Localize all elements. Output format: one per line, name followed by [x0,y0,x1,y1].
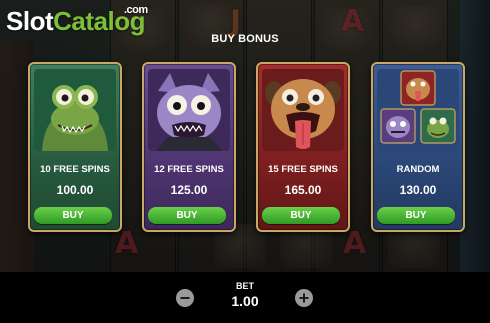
buy-button-12-spins[interactable]: BUY [148,207,226,224]
bet-value: 1.00 [231,293,259,309]
bonus-label: RANDOM [396,164,440,175]
bonus-label: 10 FREE SPINS [40,164,110,175]
bonus-price: 165.00 [284,183,322,197]
bonus-label: 12 FREE SPINS [154,164,224,175]
logo-dotcom-text: .com [124,4,148,16]
buy-button-15-spins[interactable]: BUY [262,207,340,224]
logo-slot-text: Slot [6,6,54,36]
page-title: BUY BONUS [211,33,279,45]
increase-bet-button[interactable] [295,289,313,307]
bet-label: BET [236,281,254,291]
bonus-price: 130.00 [399,183,437,197]
bonus-label: 15 FREE SPINS [268,164,338,175]
bonus-card-12-spins[interactable]: 12 FREE SPINS 125.00 BUY [142,62,236,232]
plus-icon [299,293,309,303]
bonus-price: 125.00 [170,183,208,197]
purple-cat-icon [148,69,230,151]
bonus-card-random[interactable]: RANDOM 130.00 BUY [371,62,465,232]
random-mix-icon [377,69,459,151]
bonus-card-10-spins[interactable]: 10 FREE SPINS 100.00 BUY [28,62,122,232]
buy-button-random[interactable]: BUY [377,207,455,224]
buy-button-10-spins[interactable]: BUY [34,207,112,224]
pug-dog-icon [262,69,344,151]
green-lizard-icon [34,69,116,151]
bonus-card-15-spins[interactable]: 15 FREE SPINS 165.00 BUY [256,62,350,232]
bonus-price: 100.00 [56,183,94,197]
